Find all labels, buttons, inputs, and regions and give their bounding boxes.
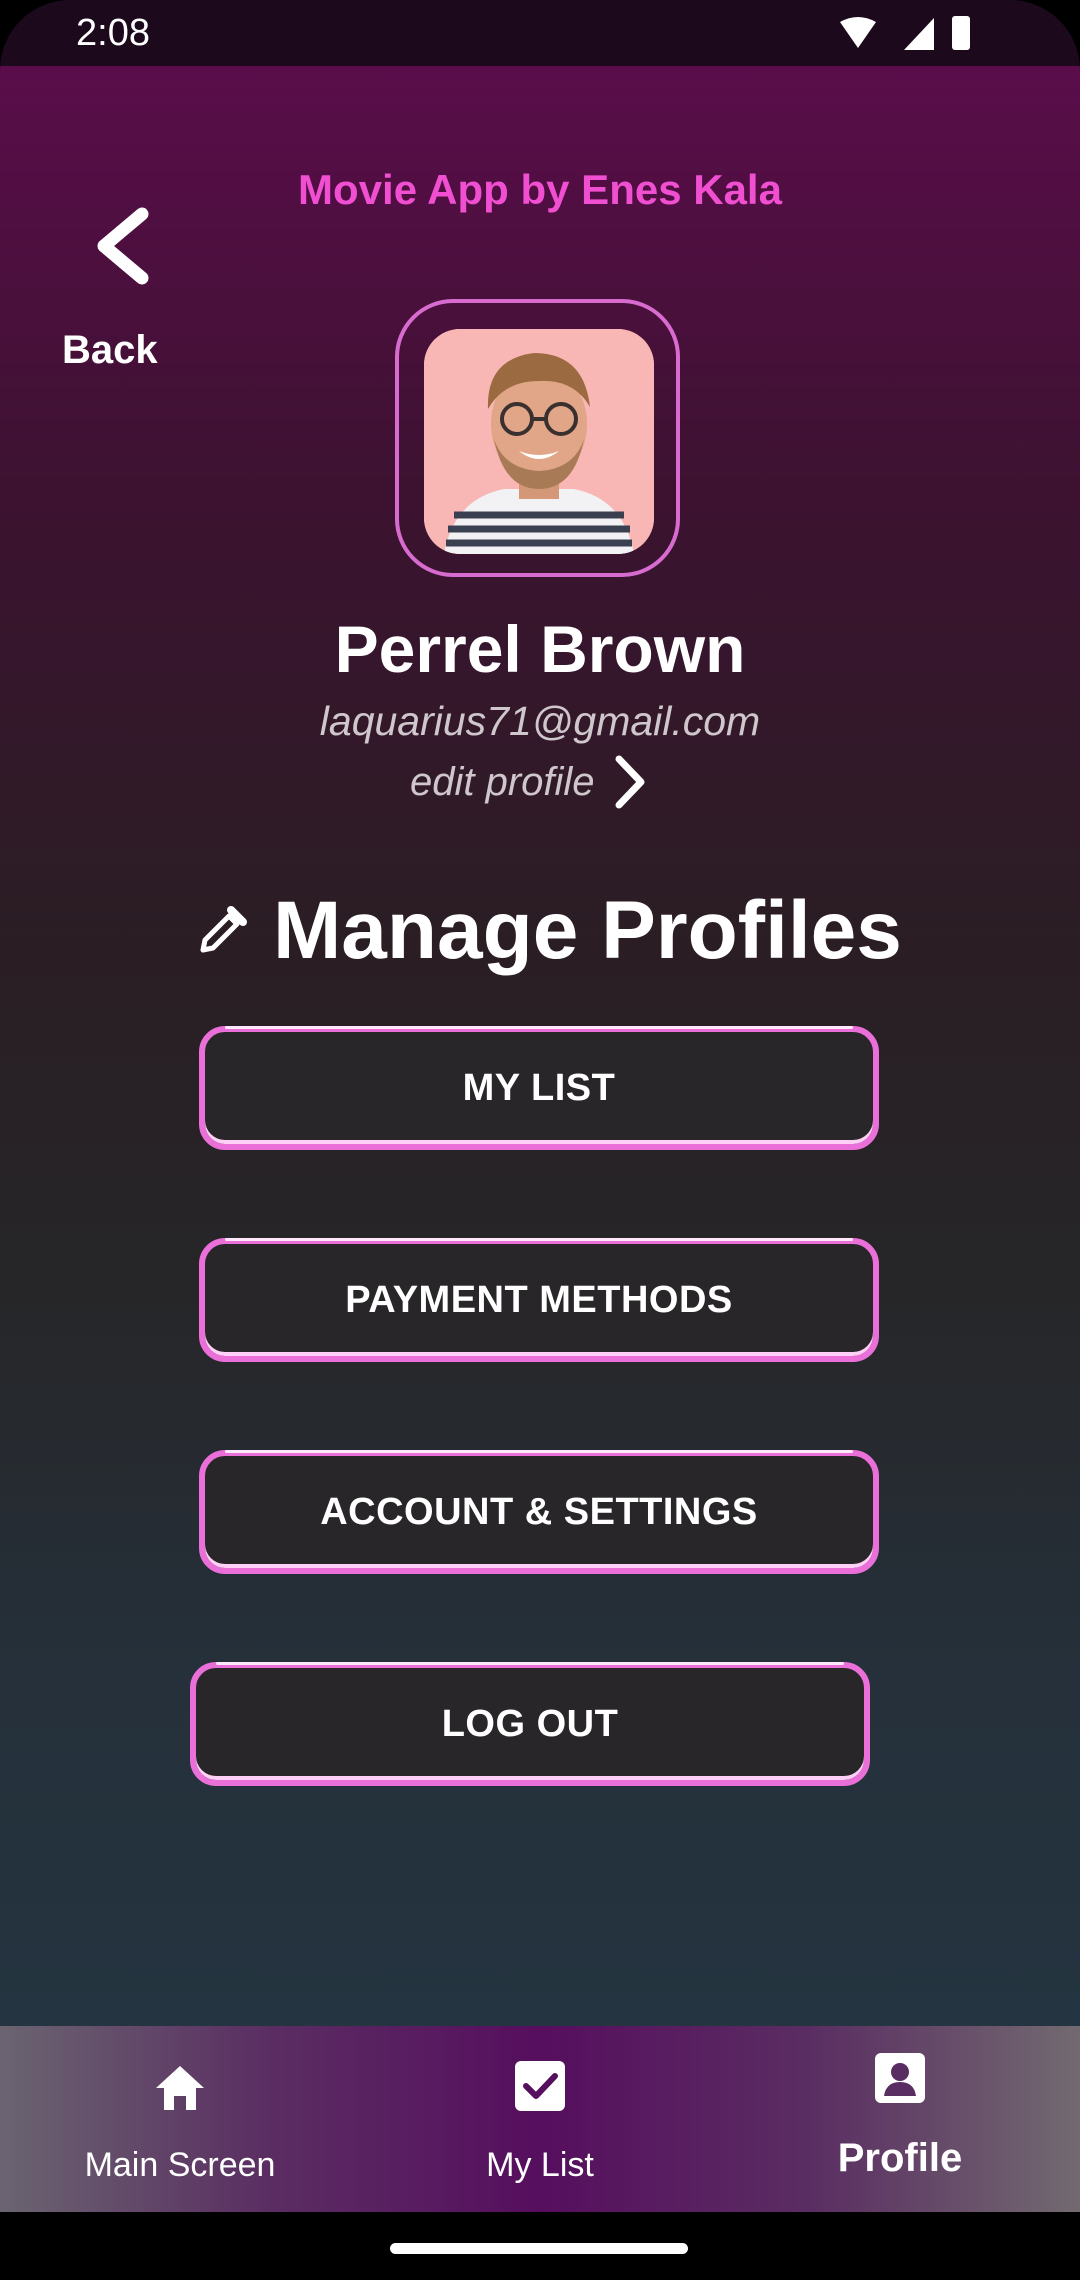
pencil-icon (200, 906, 247, 953)
chevron-right-icon (615, 755, 645, 809)
nav-label-main-screen: Main Screen (84, 2146, 276, 2184)
status-bar: 2:08 (0, 0, 1080, 66)
nav-item-my-list[interactable]: My List (360, 2026, 720, 2212)
battery-icon (952, 16, 970, 50)
wifi-icon (840, 17, 876, 48)
bottom-navigation: Main Screen My List Profile (0, 2026, 1080, 2212)
status-time: 2:08 (76, 12, 150, 54)
phone-screen: 2:08 Movie App by Enes Kala Back Perrel … (0, 0, 1080, 2280)
account-settings-button[interactable]: ACCOUNT & SETTINGS (199, 1450, 879, 1574)
nav-item-main-screen[interactable]: Main Screen (0, 2026, 360, 2212)
nav-label-profile: Profile (837, 2136, 963, 2180)
log-out-button[interactable]: LOG OUT (190, 1662, 870, 1786)
nav-item-profile[interactable]: Profile (720, 2026, 1080, 2212)
edit-profile-link[interactable]: edit profile (410, 752, 647, 812)
app-title: Movie App by Enes Kala (298, 166, 782, 213)
back-button[interactable]: Back (62, 328, 192, 373)
account-box-icon (875, 2053, 925, 2103)
home-indicator[interactable] (390, 2243, 688, 2254)
nav-label-my-list: My List (486, 2146, 594, 2184)
home-icon (156, 2066, 204, 2110)
status-icons (840, 16, 970, 50)
my-list-button[interactable]: MY LIST (199, 1026, 879, 1150)
profile-email: laquarius71@gmail.com (319, 698, 761, 744)
cellular-icon (904, 18, 934, 50)
profile-name: Perrel Brown (334, 612, 746, 686)
back-arrow-icon[interactable] (90, 206, 160, 286)
edit-profile-label: edit profile (410, 759, 595, 804)
avatar[interactable] (424, 329, 654, 554)
checkbox-icon (515, 2061, 565, 2111)
avatar-illustration (424, 329, 654, 554)
manage-profiles-header: Manage Profiles (195, 881, 902, 981)
payment-methods-button[interactable]: PAYMENT METHODS (199, 1238, 879, 1362)
main-content: Movie App by Enes Kala Back Perrel Brown (0, 66, 1080, 2026)
manage-profiles-title: Manage Profiles (273, 885, 902, 976)
